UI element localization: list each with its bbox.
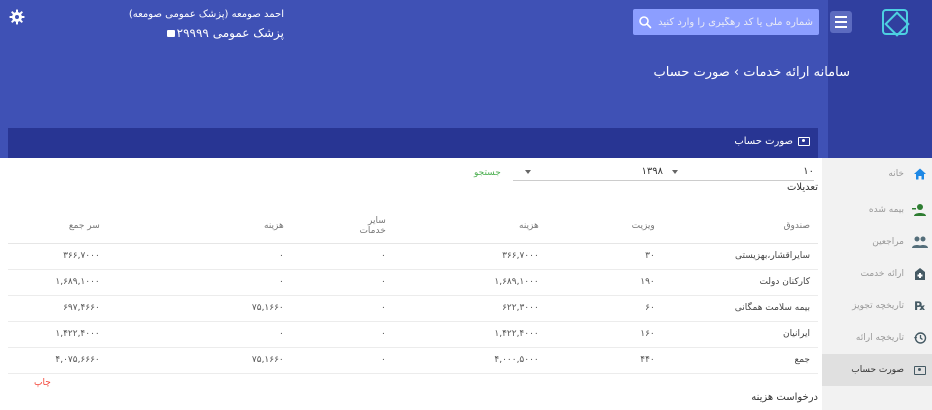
total-cell: ۶۹۷,۴۶۶۰ (8, 295, 180, 322)
col-other-cost: هزینه (179, 210, 344, 244)
other-cell: ۰ (343, 269, 464, 296)
fund-cell: سایراقشار،بهزیستی (734, 243, 818, 270)
bill-icon (912, 362, 928, 378)
menu-bar (835, 16, 847, 18)
history-icon (912, 330, 928, 346)
table-header-row: صندوق ویزیت هزینه سایر خدمات هزینه سر جم… (8, 210, 818, 244)
table-row: ایرانیان ۱۶۰ ۱,۴۲۲,۴۰۰۰ ۰ ۰ ۱,۴۲۲,۴۰۰۰ (8, 321, 818, 348)
total-cell: ۳۶۶,۷۰۰۰ (8, 243, 180, 270)
visit-cell: ۱۹۰ (606, 269, 735, 296)
page-size-select[interactable]: ۱۰ (662, 163, 814, 181)
total-cell: ۴,۰۷۵,۶۶۶۰ (8, 347, 180, 374)
sidebar-item-prescription[interactable]: ℞ تاریخچه تجویز (822, 290, 932, 322)
adjustments-heading: تعدیلات (786, 182, 818, 193)
sidebar-item-label: صورت حساب (851, 365, 904, 375)
card-header: صورت حساب (8, 128, 818, 158)
cost-cell: ۱,۴۲۲,۴۰۰۰ (463, 321, 607, 348)
search-box (633, 9, 819, 35)
fund-cell: ایرانیان (734, 321, 818, 348)
bill-table: صندوق ویزیت هزینه سایر خدمات هزینه سر جم… (8, 210, 818, 374)
sidebar-item-bill[interactable]: صورت حساب (822, 354, 932, 386)
print-button[interactable]: چاپ (34, 378, 51, 388)
page-size-value: ۱۰ (803, 166, 814, 177)
fund-cell: کارکنان دولت (734, 269, 818, 296)
cost-cell: ۴,۰۰۰,۵۰۰۰ (463, 347, 607, 374)
bill-icon (798, 137, 810, 146)
other-cost-cell: ۷۵,۱۶۶۰ (179, 347, 344, 374)
col-cost: هزینه (463, 210, 607, 244)
total-cell: ۱,۴۲۲,۴۰۰۰ (8, 321, 180, 348)
visit-cell: ۱۶۰ (606, 321, 735, 348)
search-icon[interactable] (638, 15, 652, 29)
menu-button[interactable] (830, 11, 852, 33)
sidebar: خانه بیمه شده مراجعین ارائه خدمت ℞ تاریخ… (822, 158, 932, 410)
user-name: احمد صومعه (پزشک عمومی صومعه) (128, 9, 284, 20)
filter-row: ۱۰ ۱۳۹۸ جستجو (8, 158, 818, 182)
other-cost-cell: ۰ (179, 321, 344, 348)
visit-cell: ۳۰ (606, 243, 735, 270)
fund-cell: جمع (734, 347, 818, 374)
page-title: سامانه ارائه خدمات › صورت حساب (653, 65, 850, 80)
chevron-down-icon (672, 169, 678, 174)
other-cost-cell: ۰ (179, 269, 344, 296)
cost-request-heading: درخواست هزینه (751, 392, 818, 403)
cost-cell: ۶۲۲,۳۰۰۰ (463, 295, 607, 322)
table-row: بیمه سلامت همگانی ۶۰ ۶۲۲,۳۰۰۰ ۰ ۷۵,۱۶۶۰ … (8, 295, 818, 322)
sidebar-item-service[interactable]: ارائه خدمت (822, 258, 932, 290)
sidebar-item-label: بیمه شده (868, 205, 904, 215)
sidebar-item-insured[interactable]: بیمه شده (822, 194, 932, 226)
search-button[interactable]: جستجو (474, 168, 501, 178)
chevron-down-icon (525, 169, 531, 174)
sidebar-item-home[interactable]: خانه (822, 158, 932, 190)
cost-cell: ۳۶۶,۷۰۰۰ (463, 243, 607, 270)
other-cell: ۰ (343, 347, 464, 374)
col-fund: صندوق (734, 210, 818, 244)
logo-icon[interactable] (882, 9, 908, 35)
other-cell: ۰ (343, 243, 464, 270)
col-visit: ویزیت (606, 210, 735, 244)
card-title: صورت حساب (734, 136, 810, 147)
doctor-badge-icon (166, 29, 175, 37)
sidebar-item-label: مراجعین (872, 237, 904, 247)
col-total: سر جمع (8, 210, 180, 244)
sidebar-item-history[interactable]: تاریخچه ارائه (822, 322, 932, 354)
prescription-icon: ℞ (914, 299, 926, 313)
sidebar-item-label: تاریخچه تجویز (852, 301, 904, 311)
sidebar-item-label: خانه (888, 169, 904, 179)
home-icon (912, 166, 928, 182)
sidebar-item-label: تاریخچه ارائه (855, 333, 904, 343)
menu-bar (835, 21, 847, 23)
total-cell: ۱,۶۸۹,۱۰۰۰ (8, 269, 180, 296)
sidebar-item-patients[interactable]: مراجعین (822, 226, 932, 258)
insured-icon (912, 202, 928, 218)
search-input[interactable] (655, 9, 819, 35)
user-code: پزشک عمومی ۲۹۹۹۹ (166, 26, 284, 40)
visit-cell: ۴۴۰ (606, 347, 735, 374)
menu-bar (835, 26, 847, 28)
table-total-row: جمع ۴۴۰ ۴,۰۰۰,۵۰۰۰ ۰ ۷۵,۱۶۶۰ ۴,۰۷۵,۶۶۶۰ (8, 347, 818, 374)
col-other-services: سایر خدمات (343, 210, 464, 244)
visit-cell: ۶۰ (606, 295, 735, 322)
sidebar-item-label: ارائه خدمت (860, 269, 904, 279)
table-row: کارکنان دولت ۱۹۰ ۱,۶۸۹,۱۰۰۰ ۰ ۰ ۱,۶۸۹,۱۰… (8, 269, 818, 296)
other-cell: ۰ (343, 321, 464, 348)
table-row: سایراقشار،بهزیستی ۳۰ ۳۶۶,۷۰۰۰ ۰ ۰ ۳۶۶,۷۰… (8, 243, 818, 270)
year-value: ۱۳۹۸ (641, 166, 663, 177)
other-cell: ۰ (343, 295, 464, 322)
card-title-label: صورت حساب (734, 136, 793, 147)
bill-shape (914, 365, 926, 375)
other-cost-cell: ۷۵,۱۶۶۰ (179, 295, 344, 322)
cost-cell: ۱,۶۸۹,۱۰۰۰ (463, 269, 607, 296)
year-select[interactable]: ۱۳۹۸ (513, 163, 671, 181)
service-icon (912, 266, 928, 282)
patients-icon (912, 234, 928, 250)
other-cost-cell: ۰ (179, 243, 344, 270)
user-code-label: پزشک عمومی ۲۹۹۹۹ (176, 26, 284, 40)
fund-cell: بیمه سلامت همگانی (734, 295, 818, 322)
gear-icon[interactable] (9, 9, 25, 25)
